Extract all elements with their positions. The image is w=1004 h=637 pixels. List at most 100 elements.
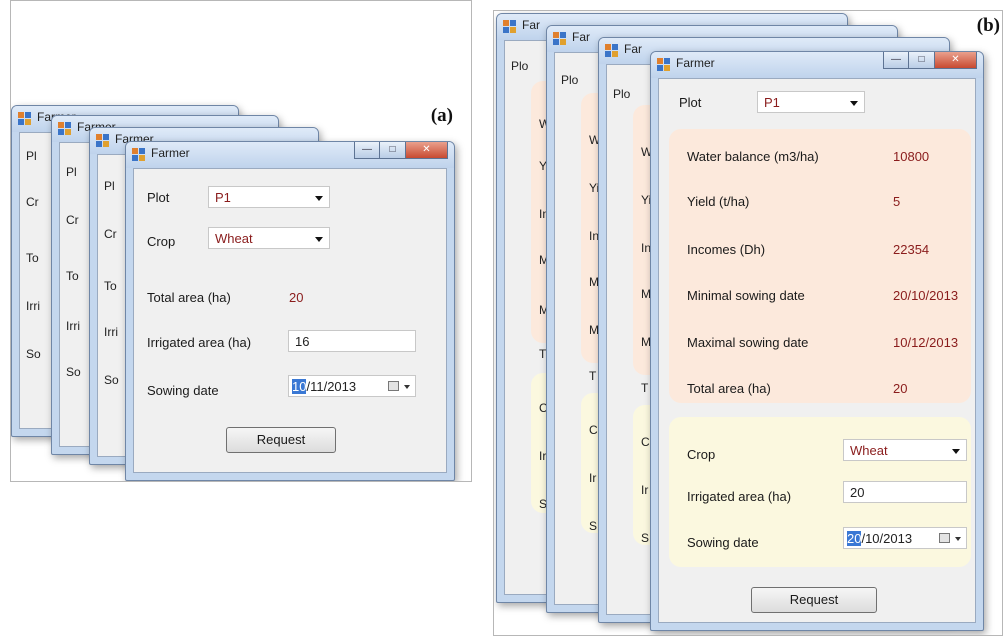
minimize-button[interactable]: — bbox=[354, 142, 380, 159]
peek-label: Pl bbox=[26, 149, 37, 163]
sowing-date-label: Sowing date bbox=[687, 535, 759, 550]
incomes-label: Incomes (Dh) bbox=[687, 242, 766, 257]
sowing-date-text: 10/11/2013 bbox=[292, 379, 356, 394]
app-icon bbox=[18, 112, 31, 125]
window-title: Far bbox=[624, 42, 642, 56]
total-area-value: 20 bbox=[893, 381, 908, 396]
window-title: Far bbox=[572, 30, 590, 44]
sowing-date-rest: /10/2013 bbox=[861, 531, 913, 546]
irrigated-area-value: 16 bbox=[295, 334, 310, 349]
water-balance-label: Water balance (m3/ha) bbox=[687, 149, 819, 164]
minimal-sowing-date-label: Minimal sowing date bbox=[687, 288, 805, 303]
sowing-date-label: Sowing date bbox=[147, 383, 219, 398]
peek-label: Plo bbox=[613, 87, 631, 101]
close-button[interactable]: ✕ bbox=[935, 52, 977, 69]
maximize-button[interactable]: □ bbox=[380, 142, 406, 159]
crop-label: Crop bbox=[147, 234, 176, 249]
panel-a: (a) Farmer Pl Cr To Irri So Farmer Pl Cr… bbox=[10, 0, 472, 482]
crop-value: Wheat bbox=[215, 231, 253, 246]
app-icon bbox=[553, 32, 566, 45]
plot-value: P1 bbox=[764, 95, 780, 110]
incomes-value: 22354 bbox=[893, 242, 930, 257]
window-title: Farmer bbox=[676, 56, 715, 70]
peek-label: Irri bbox=[26, 299, 40, 313]
peek-label: To bbox=[66, 269, 79, 283]
plot-combo[interactable]: P1 bbox=[757, 91, 865, 113]
peek-label: Ir bbox=[641, 483, 649, 497]
crop-label: Crop bbox=[687, 447, 716, 462]
plot-label: Plot bbox=[147, 190, 170, 205]
peek-label: Pl bbox=[66, 165, 77, 179]
irrigated-area-input[interactable]: 20 bbox=[843, 481, 967, 503]
panel-a-label: (a) bbox=[430, 105, 453, 126]
panel-b: (b) Far Plo W Yi In M M T C Ir S Far Plo bbox=[493, 10, 1003, 636]
yield-value: 5 bbox=[893, 194, 901, 209]
peek-label: Pl bbox=[104, 179, 115, 193]
input-group: Crop Wheat Irrigated area (ha) 20 Sowing… bbox=[669, 417, 971, 567]
peek-label: S bbox=[589, 519, 598, 533]
peek-label: So bbox=[26, 347, 41, 361]
irrigated-area-input[interactable]: 16 bbox=[288, 330, 416, 352]
app-icon bbox=[58, 122, 71, 135]
peek-label: To bbox=[104, 279, 117, 293]
window-client: Plot P1 Water balance (m3/ha) 10800 Yiel… bbox=[658, 78, 976, 623]
peek-label: C bbox=[589, 423, 598, 437]
irrigated-area-label: Irrigated area (ha) bbox=[687, 489, 792, 504]
window-controls: — □ ✕ bbox=[883, 52, 977, 69]
chevron-down-icon bbox=[404, 385, 410, 389]
yield-label: Yield (t/ha) bbox=[687, 194, 750, 209]
app-icon bbox=[503, 20, 516, 33]
peek-label: To bbox=[26, 251, 39, 265]
farmer-window-front[interactable]: Farmer — □ ✕ Plot P1 Water balance (m3/h… bbox=[650, 51, 984, 631]
maximal-sowing-date-value: 10/12/2013 bbox=[893, 335, 959, 350]
dropdown-arrow-icon bbox=[850, 101, 858, 106]
chevron-down-icon bbox=[955, 537, 961, 541]
sowing-date-rest: /11/2013 bbox=[306, 379, 357, 394]
crop-value: Wheat bbox=[850, 443, 888, 458]
request-button[interactable]: Request bbox=[751, 587, 877, 613]
dropdown-arrow-icon bbox=[315, 196, 323, 201]
sowing-date-selected: 20 bbox=[847, 531, 862, 546]
peek-label: So bbox=[66, 365, 81, 379]
panel-b-label: (b) bbox=[976, 15, 1000, 36]
info-group: Water balance (m3/ha) 10800 Yield (t/ha)… bbox=[669, 129, 971, 403]
app-icon bbox=[657, 58, 670, 71]
irrigated-area-value: 20 bbox=[850, 485, 865, 500]
window-title: Far bbox=[522, 18, 540, 32]
title-bar[interactable]: Farmer — □ ✕ bbox=[651, 52, 983, 78]
dropdown-arrow-icon bbox=[952, 449, 960, 454]
sowing-date-picker[interactable]: 20/10/2013 bbox=[843, 527, 967, 549]
plot-combo[interactable]: P1 bbox=[208, 186, 330, 208]
maximal-sowing-date-label: Maximal sowing date bbox=[687, 335, 809, 350]
crop-combo[interactable]: Wheat bbox=[843, 439, 967, 461]
minimal-sowing-date-value: 20/10/2013 bbox=[893, 288, 959, 303]
window-controls: — □ ✕ bbox=[354, 142, 448, 159]
close-button[interactable]: ✕ bbox=[406, 142, 448, 159]
crop-combo[interactable]: Wheat bbox=[208, 227, 330, 249]
minimize-button[interactable]: — bbox=[883, 52, 909, 69]
app-icon bbox=[605, 44, 618, 57]
water-balance-value: 10800 bbox=[893, 149, 930, 164]
request-button[interactable]: Request bbox=[226, 427, 336, 453]
maximize-button[interactable]: □ bbox=[909, 52, 935, 69]
total-area-value: 20 bbox=[289, 290, 304, 305]
farmer-window-front[interactable]: Farmer — □ ✕ Plot P1 Crop Wheat Total ar… bbox=[125, 141, 455, 481]
peek-label: Ir bbox=[589, 471, 597, 485]
peek-label: S bbox=[641, 531, 650, 545]
total-area-label: Total area (ha) bbox=[147, 290, 231, 305]
sowing-date-text: 20/10/2013 bbox=[847, 531, 912, 546]
calendar-icon bbox=[939, 533, 950, 543]
app-icon bbox=[132, 148, 145, 161]
dropdown-arrow-icon bbox=[315, 237, 323, 242]
peek-label: C bbox=[641, 435, 650, 449]
window-title: Farmer bbox=[151, 146, 190, 160]
peek-label: Cr bbox=[26, 195, 39, 209]
title-bar[interactable]: Farmer — □ ✕ bbox=[126, 142, 454, 168]
sowing-date-picker[interactable]: 10/11/2013 bbox=[288, 375, 416, 397]
peek-label: Plo bbox=[561, 73, 579, 87]
peek-label: Cr bbox=[104, 227, 117, 241]
peek-label: T bbox=[641, 381, 649, 395]
peek-label: T bbox=[589, 369, 597, 383]
plot-value: P1 bbox=[215, 190, 231, 205]
app-icon bbox=[96, 134, 109, 147]
